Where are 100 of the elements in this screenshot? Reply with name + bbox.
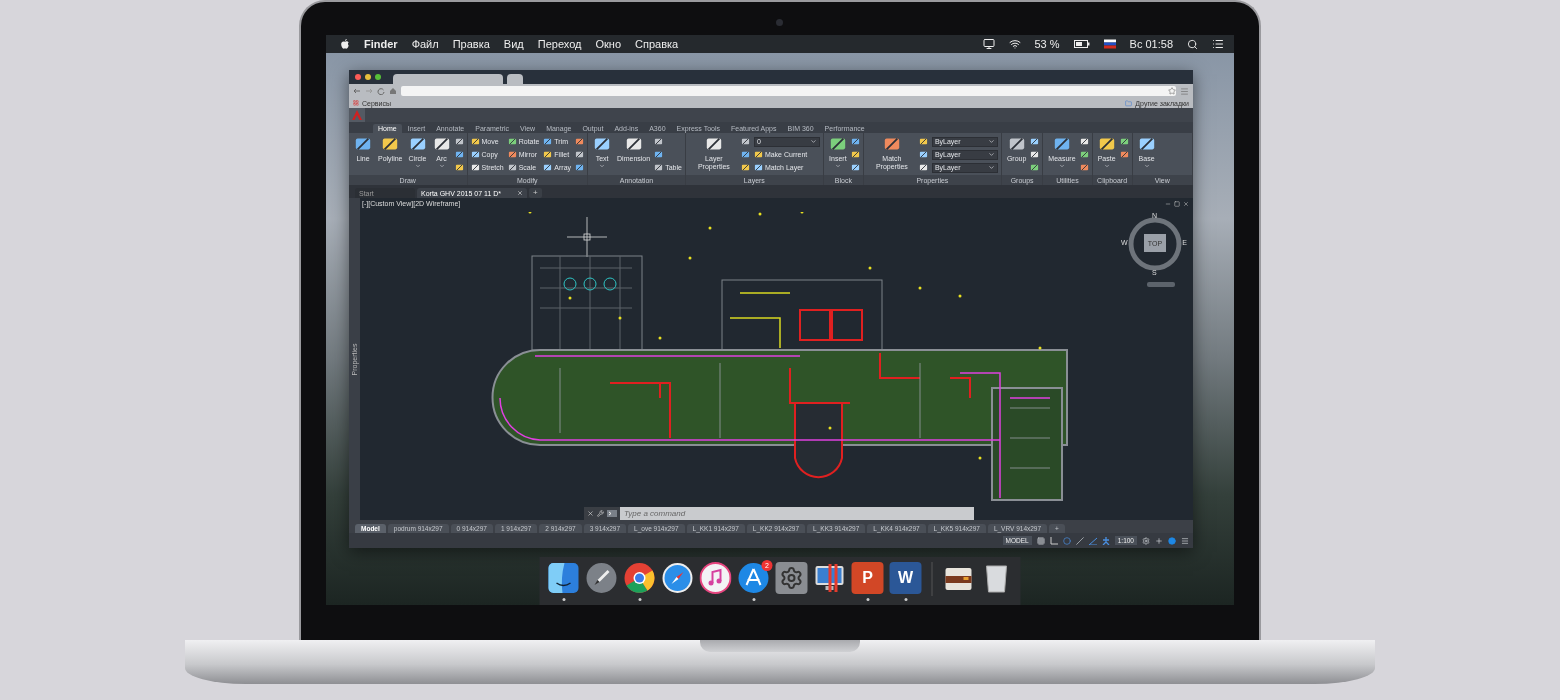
tool-icon xyxy=(704,135,723,153)
menu-icon[interactable] xyxy=(1181,536,1189,545)
tool-icon xyxy=(432,135,451,153)
settings-icon[interactable] xyxy=(1142,536,1150,545)
tool-icon xyxy=(624,135,643,153)
tool-icon-button[interactable] xyxy=(1119,150,1129,159)
tool-icon-button[interactable] xyxy=(850,163,860,172)
running-indicator xyxy=(866,598,869,601)
tool-icon-button[interactable] xyxy=(1030,137,1040,146)
caret-icon xyxy=(809,138,817,145)
minimize-dot[interactable] xyxy=(365,74,371,80)
tool-icon-button[interactable] xyxy=(1030,150,1040,159)
tool-icon xyxy=(470,137,480,146)
tool-icon xyxy=(575,137,585,146)
tool-icon-button[interactable] xyxy=(1030,163,1040,172)
compass-app-icon[interactable] xyxy=(661,562,694,594)
tool-icon-button[interactable] xyxy=(1079,137,1089,146)
corner-angle-icon[interactable] xyxy=(1049,536,1058,545)
tool-icon xyxy=(740,163,750,172)
music-note-app-icon[interactable] xyxy=(699,562,732,594)
tool-icon-button[interactable] xyxy=(1079,163,1089,172)
tool-icon-button[interactable] xyxy=(575,137,585,146)
tool-icon-button[interactable] xyxy=(454,163,464,172)
search-icon[interactable] xyxy=(1187,38,1198,50)
diagonal-line-icon[interactable] xyxy=(1075,536,1084,545)
caret-icon xyxy=(834,163,841,169)
tool-icon xyxy=(1097,135,1116,153)
circle-icon[interactable] xyxy=(1168,536,1176,545)
smiling-face-app-icon[interactable] xyxy=(547,562,580,594)
tool-icon-button[interactable] xyxy=(454,150,464,159)
tool-icon-button[interactable] xyxy=(918,137,928,146)
tool-icon xyxy=(882,135,901,153)
letter-w-app-icon[interactable]: W xyxy=(889,562,922,594)
back-arrow-icon[interactable] xyxy=(353,87,361,95)
tool-icon xyxy=(850,163,860,172)
person-figure-icon[interactable] xyxy=(1101,536,1110,545)
colored-ring-app-icon[interactable] xyxy=(623,562,656,594)
monitor-app-icon[interactable] xyxy=(813,562,846,594)
menu-item[interactable]: Вид xyxy=(503,38,524,50)
tool-icon xyxy=(1007,135,1026,153)
flag-icon[interactable] xyxy=(1103,39,1116,49)
letter-p-app-icon[interactable]: P xyxy=(851,562,884,594)
restore-icon[interactable] xyxy=(1174,201,1180,207)
prompt-icon[interactable] xyxy=(607,510,617,517)
running-indicator xyxy=(752,598,755,601)
tool-icon xyxy=(654,150,664,159)
tool-icon xyxy=(575,150,585,159)
tool-icon xyxy=(507,150,517,159)
tool-icon-button[interactable] xyxy=(575,150,585,159)
folder-icon xyxy=(1125,99,1133,107)
tool-icon-button[interactable] xyxy=(850,137,860,146)
tool-icon xyxy=(918,150,928,159)
close-dot[interactable] xyxy=(355,74,361,80)
menu-item[interactable]: Справка xyxy=(635,38,679,50)
tool-icon xyxy=(918,163,928,172)
tool-icon xyxy=(454,163,464,172)
close-icon[interactable] xyxy=(587,510,594,517)
new-tab-button[interactable] xyxy=(507,74,523,84)
apple-logo-icon[interactable] xyxy=(340,38,350,50)
zoom-dot[interactable] xyxy=(375,74,381,80)
menu-item[interactable]: Переход xyxy=(537,38,582,50)
tool-icon-button[interactable] xyxy=(1119,137,1129,146)
tool-icon-button[interactable] xyxy=(918,163,928,172)
tool-icon xyxy=(850,137,860,146)
tool-icon-button[interactable] xyxy=(454,137,464,146)
tool-icon xyxy=(850,150,860,159)
tool-icon-button[interactable] xyxy=(740,137,750,146)
tool-icon xyxy=(654,137,664,146)
gear-app-icon[interactable] xyxy=(775,562,808,594)
wifi-icon[interactable] xyxy=(1008,38,1021,50)
tool-icon-button[interactable] xyxy=(850,150,860,159)
menu-item[interactable]: Окно xyxy=(595,38,621,50)
pencil-letter-app-icon[interactable] xyxy=(737,562,770,594)
menu-item[interactable]: Файл xyxy=(411,38,439,50)
tool-icon-button[interactable] xyxy=(918,150,928,159)
close-icon[interactable] xyxy=(1183,201,1189,207)
tool-icon xyxy=(1079,163,1089,172)
plus-icon[interactable] xyxy=(1155,536,1163,545)
menu-item[interactable]: Finder xyxy=(364,38,398,50)
star-icon[interactable] xyxy=(1168,87,1176,95)
running-indicator xyxy=(904,598,907,601)
caret-icon xyxy=(438,163,445,169)
airplay-icon[interactable] xyxy=(982,38,995,50)
tool-icon xyxy=(740,150,750,159)
running-indicator xyxy=(562,598,565,601)
tool-icon-button[interactable] xyxy=(740,163,750,172)
tool-icon-button[interactable] xyxy=(575,163,585,172)
tool-icon xyxy=(543,163,553,172)
battery-icon[interactable] xyxy=(1073,40,1090,48)
address-field[interactable] xyxy=(401,86,1176,96)
list-icon[interactable] xyxy=(1212,38,1224,50)
angle-icon[interactable] xyxy=(1088,536,1097,545)
new-document-button[interactable]: + xyxy=(529,188,542,198)
tool-icon-button[interactable] xyxy=(740,150,750,159)
clock: Вс 01:58 xyxy=(1129,38,1173,50)
tool-icon xyxy=(1119,137,1129,146)
menu-item[interactable]: Правка xyxy=(452,38,490,50)
tool-icon xyxy=(753,163,763,172)
wrench-icon[interactable] xyxy=(597,510,604,517)
tool-icon-button[interactable] xyxy=(1079,150,1089,159)
